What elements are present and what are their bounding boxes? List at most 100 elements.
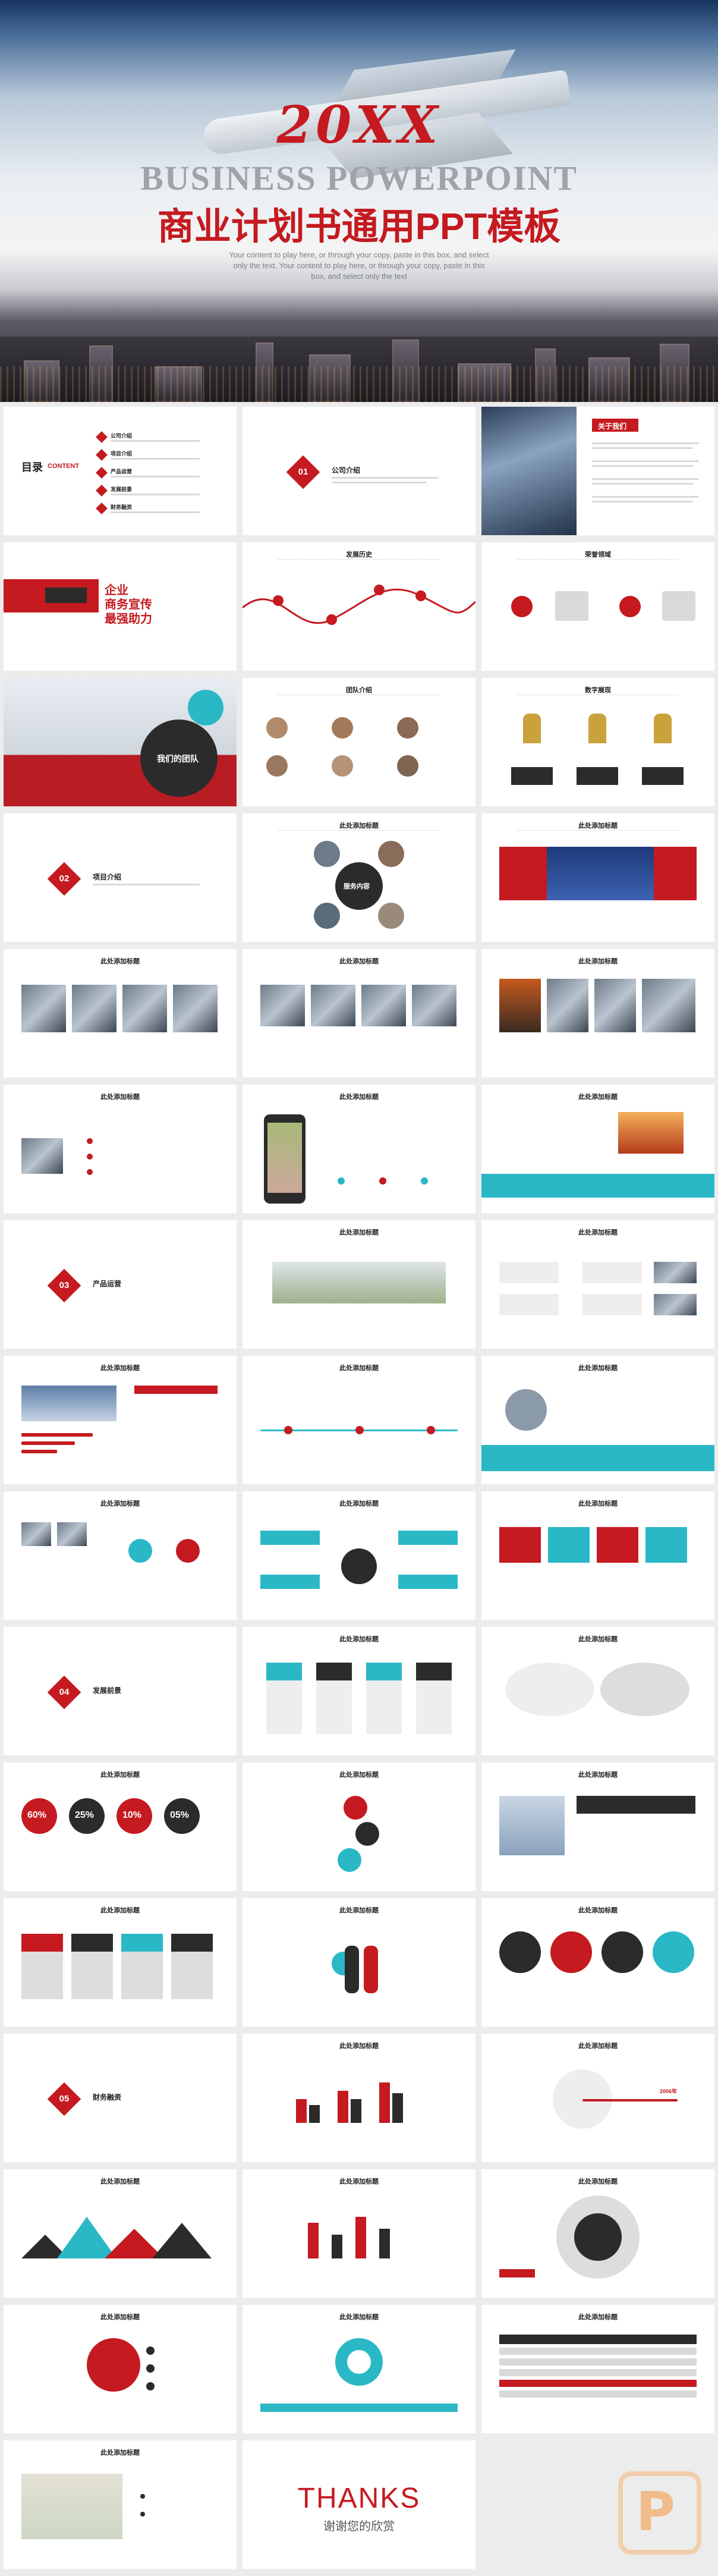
slide-map[interactable]: 此处添加标题 <box>4 2440 237 2569</box>
slide-title: 此处添加标题 <box>339 2178 379 2185</box>
section-title: 产品运营 <box>93 1280 122 1288</box>
slide-section-5[interactable]: 05 财务融资 <box>4 2034 237 2162</box>
history-curve <box>243 585 475 625</box>
slide-team-intro[interactable]: 团队介绍 <box>243 678 475 806</box>
slide-title: 此处添加标题 <box>100 2178 140 2185</box>
slide-gender[interactable]: 此处添加标题 <box>243 1898 475 2027</box>
slide-section-1[interactable]: 01 公司介绍 <box>243 407 475 535</box>
slide-timeline-2[interactable]: 此处添加标题 2006年 <box>481 2034 714 2162</box>
slide-data[interactable]: 数字展现 <box>481 678 714 806</box>
slide-history[interactable]: 发展历史 <box>243 542 475 671</box>
toc-item-1: 公司介绍 <box>111 433 133 439</box>
slide-timeline[interactable]: 此处添加标题 <box>243 1356 475 1484</box>
slide-landscape[interactable]: 此处添加标题 <box>243 1220 475 1349</box>
pct-2: 25% <box>75 1810 95 1820</box>
slide-title: 此处添加标题 <box>339 1907 379 1914</box>
cover-slide: 20XX BUSINESS POWERPOINT 商业计划书通用PPT模板 Yo… <box>0 0 718 402</box>
slide-title: 数字展现 <box>585 687 611 694</box>
cover-title-cn: 商业计划书通用PPT模板 <box>157 206 561 247</box>
toc-en: CONTENT <box>48 463 80 470</box>
cover-subtitle: Your content to play here, or through yo… <box>229 250 489 281</box>
slide-bubbles[interactable]: 此处添加标题 <box>481 1898 714 2027</box>
slide-title: 团队介绍 <box>346 687 372 694</box>
section-number: 02 <box>59 874 70 884</box>
slide-ovals[interactable]: 此处添加标题 <box>481 1627 714 1755</box>
slide-section-2[interactable]: 02 项目介绍 <box>4 813 237 942</box>
slide-honor[interactable]: 荣誉领域 <box>481 542 714 671</box>
slide-photo-banner[interactable]: 此处添加标题 <box>481 813 714 942</box>
slide-rings[interactable]: 此处添加标题 <box>481 2169 714 2298</box>
slide-title: 此处添加标题 <box>578 1365 618 1372</box>
slide-hexagons[interactable]: 此处添加标题 <box>243 1763 475 1891</box>
slide-title: 此处添加标题 <box>578 1907 618 1914</box>
slide-handshake[interactable]: 此处添加标题 <box>4 1356 237 1484</box>
slide-title: 发展历史 <box>346 551 372 558</box>
slide-office[interactable]: 此处添加标题 <box>481 1763 714 1891</box>
slide-cards[interactable]: 此处添加标题 <box>4 1491 237 1620</box>
year-label: 2006年 <box>660 2088 678 2094</box>
slide-hub[interactable]: 此处添加标题 <box>243 1491 475 1620</box>
slide-title: 此处添加标题 <box>339 1094 379 1101</box>
enterprise-line-3: 最强助力 <box>105 612 152 626</box>
slide-title: 此处添加标题 <box>578 1500 618 1507</box>
slide-mountain[interactable]: 此处添加标题 <box>4 2169 237 2298</box>
toc-item-3: 产品运营 <box>111 469 133 475</box>
about-title: 关于我们 <box>598 422 627 431</box>
slide-title: 此处添加标题 <box>578 1229 618 1236</box>
slide-title: 此处添加标题 <box>578 2178 618 2185</box>
slide-enterprise[interactable]: 企业 商务宣传 最强助力 <box>4 542 237 671</box>
thanks-title: THANKS <box>297 2483 421 2514</box>
slide-grid[interactable]: 此处添加标题 <box>481 1220 714 1349</box>
slide-section-4[interactable]: 04 发展前景 <box>4 1627 237 1755</box>
slide-title: 此处添加标题 <box>339 2043 379 2050</box>
slide-title: 此处添加标题 <box>339 2314 379 2321</box>
slide-cyan-band[interactable]: 此处添加标题 <box>481 1356 714 1484</box>
slide-title: 此处添加标题 <box>339 1636 379 1643</box>
slide-thanks[interactable]: THANKS 谢谢您的欣赏 <box>243 2440 475 2569</box>
slide-toc[interactable]: 目录 CONTENT 公司介绍 项目介绍 产品运营 发展前景 财务融资 <box>4 407 237 535</box>
slide-service[interactable]: 此处添加标题 服务内容 <box>243 813 475 942</box>
slide-steps[interactable]: 此处添加标题 <box>481 1491 714 1620</box>
slide-title: 此处添加标题 <box>578 2043 618 2050</box>
slide-laptop[interactable]: 此处添加标题 <box>481 1085 714 1213</box>
slide-title: 此处添加标题 <box>339 1229 379 1236</box>
slide-photos-1[interactable]: 此处添加标题 <box>4 949 237 1077</box>
slide-photos-3[interactable]: 此处添加标题 <box>481 949 714 1077</box>
cover-year: 20XX <box>276 95 442 155</box>
slide-bar-chart-2[interactable]: 此处添加标题 <box>243 2169 475 2298</box>
slide-title: 此处添加标题 <box>578 1771 618 1779</box>
banner-photo <box>547 847 654 900</box>
slide-title: 此处添加标题 <box>100 1094 140 1101</box>
section-title: 发展前景 <box>93 1686 122 1695</box>
slide-phone[interactable]: 此处添加标题 <box>243 1085 475 1213</box>
slide-pie[interactable]: 此处添加标题 <box>4 2305 237 2433</box>
slide-photos-2[interactable]: 此处添加标题 <box>243 949 475 1077</box>
slide-about[interactable]: 关于我们 <box>481 407 714 535</box>
slide-bar-chart[interactable]: 此处添加标题 <box>243 2034 475 2162</box>
slide-donut[interactable]: 此处添加标题 <box>243 2305 475 2433</box>
slide-title: 此处添加标题 <box>100 2449 140 2456</box>
section-number: 05 <box>59 2094 70 2104</box>
pct-4: 05% <box>170 1810 190 1820</box>
slide-section-3[interactable]: 03 产品运营 <box>4 1220 237 1349</box>
slide-table[interactable]: 此处添加标题 <box>481 2305 714 2433</box>
slide-title: 此处添加标题 <box>339 822 379 830</box>
slide-percentages[interactable]: 此处添加标题 60% 25% 10% 05% <box>4 1763 237 1891</box>
section-title: 项目介绍 <box>93 873 122 881</box>
slide-title: 此处添加标题 <box>100 1771 140 1779</box>
slide-title: 此处添加标题 <box>578 2314 618 2321</box>
slide-boxes[interactable]: 此处添加标题 <box>4 1898 237 2027</box>
city-skyline-image <box>0 337 718 402</box>
slide-title: 此处添加标题 <box>100 958 140 965</box>
slide-title: 此处添加标题 <box>100 2314 140 2321</box>
slide-pricing[interactable]: 此处添加标题 <box>243 1627 475 1755</box>
slide-title: 此处添加标题 <box>100 1365 140 1372</box>
section-number: 01 <box>298 467 308 477</box>
section-number: 03 <box>59 1280 70 1290</box>
slide-list-1[interactable]: 此处添加标题 <box>4 1085 237 1213</box>
slide-team[interactable]: 我们的团队 <box>4 678 237 806</box>
slide-title: 此处添加标题 <box>578 1094 618 1101</box>
slide-title: 此处添加标题 <box>339 1771 379 1779</box>
building-photo <box>481 407 577 535</box>
section-title: 公司介绍 <box>332 466 361 475</box>
